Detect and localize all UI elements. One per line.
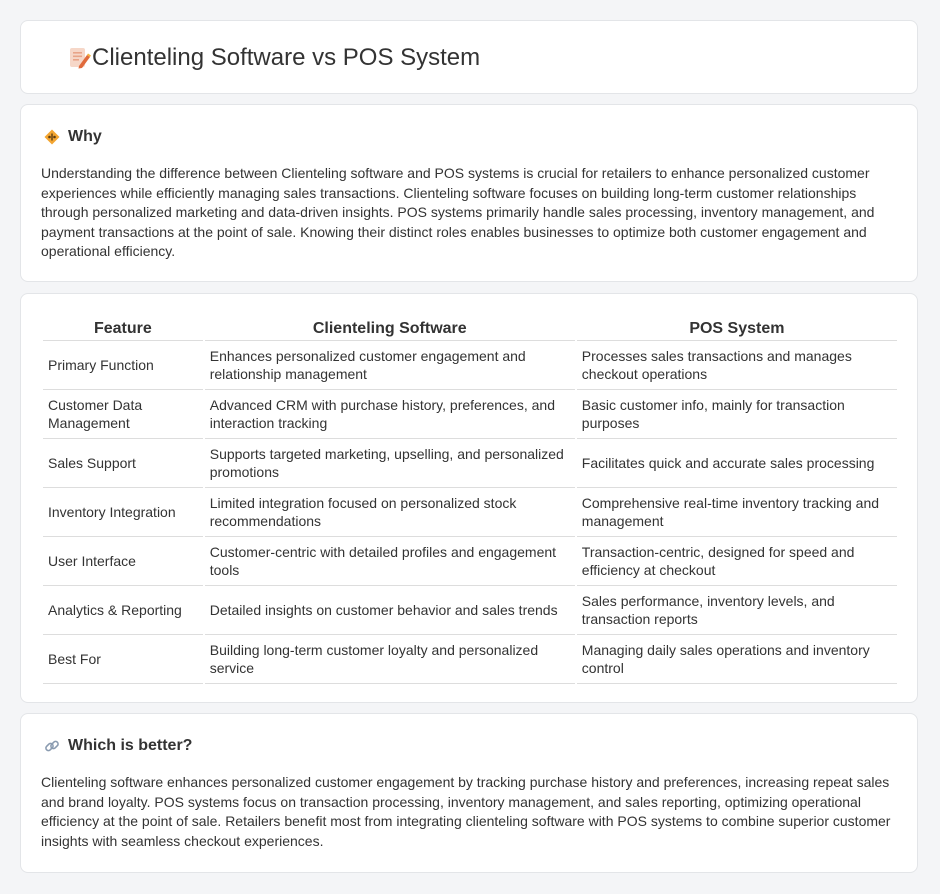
feature-cell: User Interface [43, 537, 203, 586]
pos-cell: Facilitates quick and accurate sales pro… [576, 439, 897, 488]
header-clienteling: Clienteling Software [204, 316, 575, 341]
feature-cell: Best For [43, 635, 203, 684]
header-card: Clienteling Software vs POS System [20, 20, 918, 94]
pos-cell: Basic customer info, mainly for transact… [576, 390, 897, 439]
table-row: Sales Support Supports targeted marketin… [43, 439, 897, 488]
comparison-section: Feature Clienteling Software POS System … [20, 293, 918, 703]
which-better-title: Which is better? [68, 737, 193, 754]
clienteling-cell: Customer-centric with detailed profiles … [204, 537, 575, 586]
pos-cell: Transaction-centric, designed for speed … [576, 537, 897, 586]
why-text: Understanding the difference between Cli… [41, 165, 875, 259]
table-row: Customer Data Management Advanced CRM wi… [43, 390, 897, 439]
feature-cell: Primary Function [43, 341, 203, 390]
table-row: Inventory Integration Limited integratio… [43, 488, 897, 537]
diamond-warning-icon [44, 129, 60, 145]
clienteling-cell: Limited integration focused on personali… [204, 488, 575, 537]
feature-cell: Inventory Integration [43, 488, 203, 537]
why-title: Why [68, 128, 102, 145]
which-better-text: Clienteling software enhances personaliz… [41, 774, 891, 849]
table-row: Primary Function Enhances personalized c… [43, 341, 897, 390]
table-header-row: Feature Clienteling Software POS System [43, 316, 897, 341]
comparison-table: Feature Clienteling Software POS System … [41, 316, 899, 684]
table-row: User Interface Customer-centric with det… [43, 537, 897, 586]
clienteling-cell: Advanced CRM with purchase history, pref… [204, 390, 575, 439]
page-title: Clienteling Software vs POS System [92, 44, 481, 71]
header-feature: Feature [43, 316, 203, 341]
clienteling-cell: Enhances personalized customer engagemen… [204, 341, 575, 390]
feature-cell: Analytics & Reporting [43, 586, 203, 635]
feature-cell: Sales Support [43, 439, 203, 488]
table-row: Best For Building long-term customer loy… [43, 635, 897, 684]
clienteling-cell: Building long-term customer loyalty and … [204, 635, 575, 684]
pos-cell: Managing daily sales operations and inve… [576, 635, 897, 684]
pos-cell: Processes sales transactions and manages… [576, 341, 897, 390]
which-better-section: Which is better? Clienteling software en… [20, 713, 918, 873]
pos-cell: Comprehensive real-time inventory tracki… [576, 488, 897, 537]
why-section: Why Understanding the difference between… [20, 104, 918, 282]
header-pos: POS System [576, 316, 897, 341]
table-row: Analytics & Reporting Detailed insights … [43, 586, 897, 635]
clienteling-cell: Supports targeted marketing, upselling, … [204, 439, 575, 488]
link-icon [45, 740, 59, 752]
pos-cell: Sales performance, inventory levels, and… [576, 586, 897, 635]
clienteling-cell: Detailed insights on customer behavior a… [204, 586, 575, 635]
which-better-heading: Which is better? [44, 736, 192, 756]
document-edit-icon [70, 48, 91, 69]
why-heading: Why [44, 127, 102, 147]
feature-cell: Customer Data Management [43, 390, 203, 439]
